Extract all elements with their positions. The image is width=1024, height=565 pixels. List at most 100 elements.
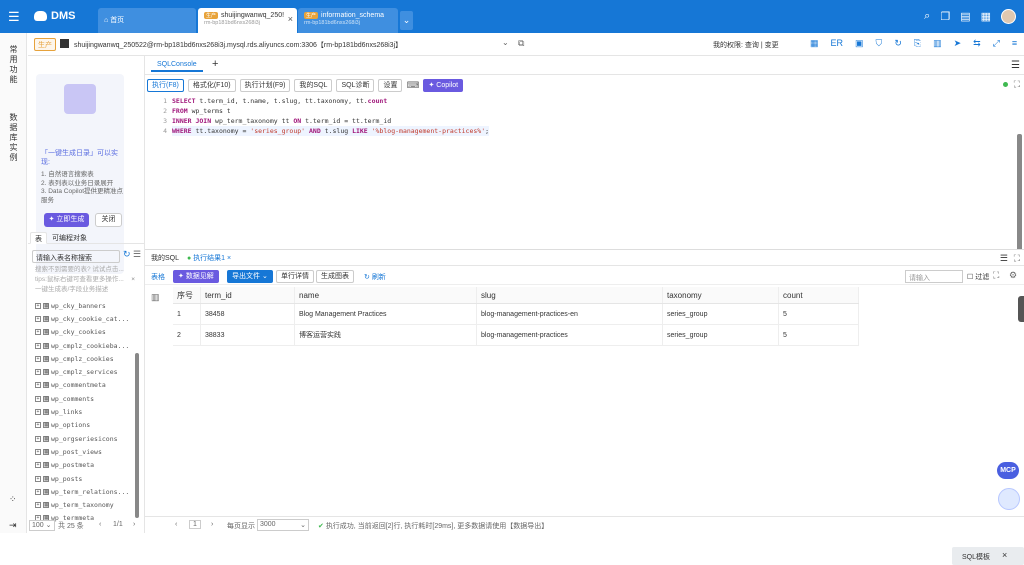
table-list-item[interactable]: + ▦ wp_links xyxy=(35,405,135,418)
expand-icon[interactable]: + xyxy=(35,355,41,362)
my-sql-button[interactable]: 我的SQL xyxy=(294,78,333,92)
table-list-item[interactable]: + ▦ wp_posts xyxy=(35,472,135,485)
export-button[interactable]: 导出文件 ⌄ xyxy=(227,270,273,283)
sql-diagnose-button[interactable]: SQL诊断 xyxy=(336,78,375,92)
page-size-select[interactable]: 100 ⌄ xyxy=(29,520,55,531)
explain-button[interactable]: 执行计划(F9) xyxy=(239,78,291,92)
fullscreen-icon[interactable]: ⛶ xyxy=(1014,253,1020,264)
filter-input[interactable]: 请输入 xyxy=(905,270,963,283)
per-page-select[interactable]: 3000 ⌄ xyxy=(257,519,309,531)
table-list-item[interactable]: + ▦ wp_post_views xyxy=(35,445,135,458)
expand-icon[interactable]: ⤢ xyxy=(993,38,1000,49)
tab-programmable[interactable]: 可编程对象 xyxy=(48,232,91,244)
expand-icon[interactable]: + xyxy=(35,302,41,309)
chart-icon[interactable]: ▥ xyxy=(933,38,942,49)
expand-icon[interactable]: + xyxy=(35,502,41,509)
cell[interactable]: 5 xyxy=(779,304,859,324)
gear-icon[interactable]: ⚙ xyxy=(1009,270,1017,281)
expand-icon[interactable]: + xyxy=(35,315,41,322)
shield-icon[interactable]: ⛉ xyxy=(876,38,883,49)
expand-icon[interactable]: + xyxy=(35,448,41,455)
fullscreen-icon[interactable]: ⛶ xyxy=(993,270,999,281)
avatar[interactable] xyxy=(1001,9,1016,24)
chevron-down-icon[interactable]: ⌄ xyxy=(502,38,509,47)
expand-icon[interactable]: + xyxy=(35,488,41,495)
chart-icon[interactable]: ▥ xyxy=(151,292,160,303)
table-list-item[interactable]: + ▦ wp_postmeta xyxy=(35,459,135,472)
expand-icon[interactable]: + xyxy=(35,369,41,376)
table-list-item[interactable]: + ▦ wp_options xyxy=(35,419,135,432)
table-search-input[interactable]: 请输入表名称搜索 xyxy=(32,250,120,263)
close-icon[interactable]: × xyxy=(288,14,293,24)
cell[interactable]: Blog Management Practices xyxy=(295,304,477,324)
cell[interactable]: blog-management-practices xyxy=(477,325,663,345)
editor-scrollbar[interactable] xyxy=(1017,134,1022,264)
table-list-item[interactable]: + ▦ wp_cky_cookies xyxy=(35,326,135,339)
expand-icon[interactable]: + xyxy=(35,342,41,349)
next-icon[interactable]: › xyxy=(133,521,135,528)
col-header[interactable]: 序号 xyxy=(173,287,201,303)
collapse-icon[interactable]: ⇥ xyxy=(9,520,17,531)
tab-tables[interactable]: 表 xyxy=(30,232,47,244)
tab-information-schema[interactable]: 生产 information_schema rm-bp181bd6nxs268i3… xyxy=(298,8,398,33)
cell[interactable]: 2 xyxy=(173,325,201,345)
tab-sqlconsole[interactable]: SQLConsole xyxy=(151,59,203,72)
refresh-button[interactable]: ↻ 刷新 xyxy=(364,272,386,282)
settings-button[interactable]: 设置 xyxy=(378,78,403,92)
er-icon[interactable]: ER xyxy=(831,38,844,49)
expand-icon[interactable]: + xyxy=(35,329,41,336)
cell[interactable]: blog-management-practices-en xyxy=(477,304,663,324)
send-icon[interactable]: ➤ xyxy=(954,38,962,49)
expand-icon[interactable]: + xyxy=(35,475,41,482)
sync-icon[interactable]: ↻ xyxy=(894,38,902,49)
table-row[interactable]: 2 38833 博客运营实践 blog-management-practices… xyxy=(173,325,859,346)
expand-icon[interactable]: + xyxy=(35,382,41,389)
data-insight-button[interactable]: ✦ 数据见解 xyxy=(173,270,219,283)
execute-button[interactable]: 执行(F8) xyxy=(147,78,184,92)
close-icon[interactable]: × xyxy=(131,275,135,285)
table-list-item[interactable]: + ▦ wp_comments xyxy=(35,392,135,405)
code-area[interactable]: 1234 SELECT t.term_id, t.name, t.slug, t… xyxy=(145,96,1024,246)
tab-my-sql[interactable]: 我的SQL xyxy=(151,253,179,263)
table-list-item[interactable]: + ▦ wp_cmplz_cookies xyxy=(35,352,135,365)
prev-icon[interactable]: ‹ xyxy=(99,521,101,528)
table-list-item[interactable]: + ▦ wp_cky_cookie_cat... xyxy=(35,312,135,325)
menu-icon[interactable]: ☰ xyxy=(1011,60,1020,71)
col-header[interactable]: count xyxy=(779,287,859,303)
expand-icon[interactable]: + xyxy=(35,462,41,469)
permission-text[interactable]: 我的权限: 查询 | 变更 xyxy=(713,40,779,50)
table-icon[interactable]: ▦ xyxy=(810,38,819,49)
table-list-item[interactable]: + ▦ wp_cmplz_services xyxy=(35,365,135,378)
add-tab-icon[interactable]: + xyxy=(212,58,218,70)
filter-toggle[interactable]: ☐ 过滤 xyxy=(967,272,989,282)
calendar-icon[interactable]: ▣ xyxy=(855,38,864,49)
col-header[interactable]: name xyxy=(295,287,477,303)
close-button[interactable]: 关闭 xyxy=(95,213,122,227)
notes-icon[interactable]: ▤ xyxy=(960,10,970,23)
assistant-bot-icon[interactable] xyxy=(998,488,1020,510)
hint-link[interactable]: 一键生成表/字段业务描述 xyxy=(35,285,135,295)
cell[interactable]: 38458 xyxy=(201,304,295,324)
search-icon[interactable]: ⌕ xyxy=(924,10,930,23)
generate-button[interactable]: ✦ 立即生成 xyxy=(44,213,89,227)
cell[interactable]: 5 xyxy=(779,325,859,345)
connection-string[interactable]: shuijingwanwq_250522@rm-bp181bd6nxs268i3… xyxy=(74,40,402,50)
expand-icon[interactable]: + xyxy=(35,395,41,402)
transfer-icon[interactable]: ⇆ xyxy=(973,38,981,49)
nav-db-instances[interactable]: 数据库实例 xyxy=(9,113,18,163)
table-view-button[interactable]: 表格 xyxy=(151,272,165,282)
sql-template-panel[interactable]: SQL模板 × xyxy=(952,547,1024,565)
chart-button[interactable]: 生成图表 xyxy=(316,270,354,283)
table-list-item[interactable]: + ▦ wp_cmplz_cookieba... xyxy=(35,339,135,352)
next-icon[interactable]: › xyxy=(211,521,213,528)
code-text[interactable]: SELECT t.term_id, t.name, t.slug, tt.tax… xyxy=(172,96,490,136)
cell[interactable]: series_group xyxy=(663,304,779,324)
page-input[interactable]: 1 xyxy=(189,520,201,529)
cell[interactable]: 1 xyxy=(173,304,201,324)
col-header[interactable]: taxonomy xyxy=(663,287,779,303)
window-icon[interactable]: ❐ xyxy=(940,10,950,23)
grid-icon[interactable]: ▦ xyxy=(981,10,991,23)
table-list-item[interactable]: + ▦ wp_cky_banners xyxy=(35,299,135,312)
expand-icon[interactable]: + xyxy=(35,409,41,416)
cell[interactable]: 38833 xyxy=(201,325,295,345)
